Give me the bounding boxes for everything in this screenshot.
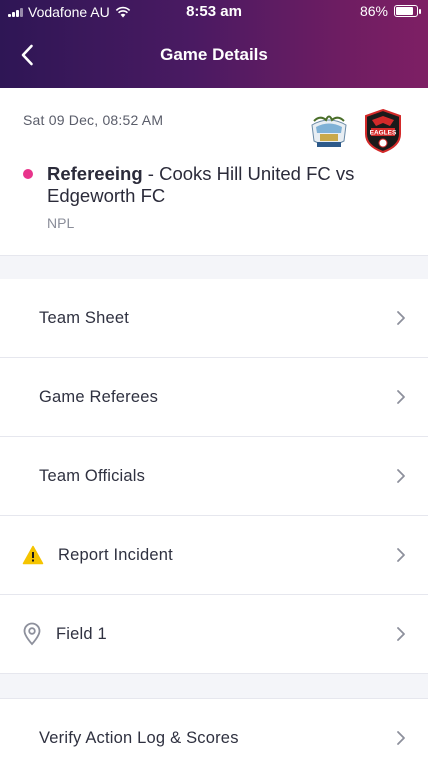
edgeworth-eagles-crest-icon: EAGLES — [365, 108, 401, 154]
game-summary-card: Sat 09 Dec, 08:52 AM EAGLES Refereeing -… — [0, 88, 428, 256]
verify-action-log-label: Verify Action Log & Scores — [39, 729, 239, 747]
game-referees-row[interactable]: Game Referees — [0, 358, 428, 437]
chevron-right-icon — [397, 627, 405, 641]
eagles-logo-text: EAGLES — [370, 130, 397, 137]
game-menu: Team Sheet Game Referees Team Officials … — [0, 279, 428, 674]
location-pin-icon — [20, 622, 44, 646]
battery-icon — [394, 5, 421, 17]
cooks-hill-crest-icon — [311, 115, 347, 147]
status-bar: Vodafone AU 8:53 am 86% — [0, 0, 428, 24]
status-dot — [23, 169, 33, 179]
chevron-right-icon — [397, 469, 405, 483]
game-date: Sat 09 Dec, 08:52 AM — [23, 112, 164, 128]
chevron-right-icon — [397, 731, 405, 745]
chevron-right-icon — [397, 548, 405, 562]
page-title: Game Details — [160, 45, 268, 64]
report-incident-row[interactable]: Report Incident — [0, 516, 428, 595]
game-referees-label: Game Referees — [39, 387, 159, 406]
warning-icon — [21, 543, 45, 567]
match-separator: - — [142, 163, 160, 184]
field-row[interactable]: Field 1 — [0, 595, 428, 674]
team-officials-row[interactable]: Team Officials — [0, 437, 428, 516]
field-label: Field 1 — [56, 624, 107, 643]
chevron-right-icon — [397, 311, 405, 325]
app-header: Vodafone AU 8:53 am 86% Game Details — [0, 0, 428, 88]
team-officials-label: Team Officials — [39, 466, 146, 485]
competition-name: NPL — [47, 215, 75, 231]
team-sheet-row[interactable]: Team Sheet — [0, 279, 428, 358]
match-title: Refereeing - Cooks Hill United FC vs Edg… — [47, 163, 407, 207]
status-battery-group: 86% — [359, 3, 421, 19]
verify-action-log-row[interactable]: Verify Action Log & Scores — [0, 698, 428, 762]
battery-percent: 86% — [359, 3, 388, 19]
team-logos: EAGLES — [308, 108, 404, 154]
chevron-right-icon — [397, 390, 405, 404]
report-incident-label: Report Incident — [58, 545, 173, 564]
team-sheet-label: Team Sheet — [39, 308, 130, 327]
match-role: Refereeing — [47, 163, 143, 184]
